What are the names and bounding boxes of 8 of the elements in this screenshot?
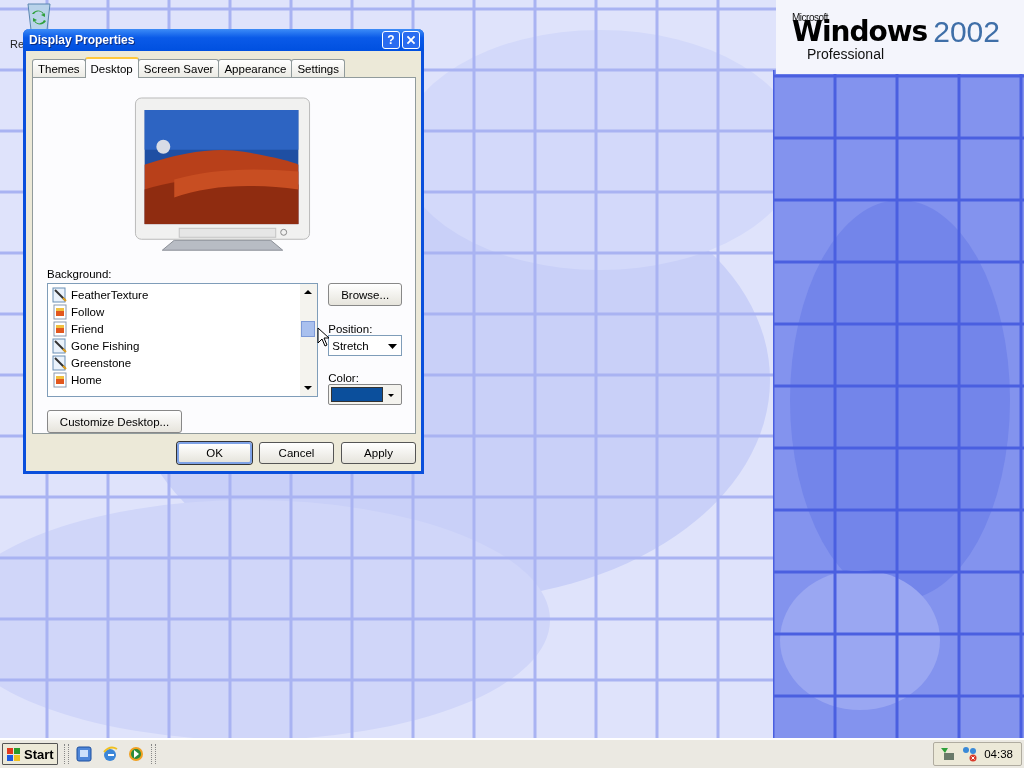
media-player-icon[interactable] (126, 745, 145, 763)
browser-icon[interactable] (100, 745, 119, 763)
network-error-icon[interactable] (962, 746, 979, 762)
start-button[interactable]: Start (2, 743, 58, 765)
clock: 04:38 (984, 748, 1013, 760)
network-icon[interactable] (940, 746, 957, 762)
show-desktop-icon[interactable] (74, 745, 93, 763)
windows-flag-icon (6, 746, 22, 762)
